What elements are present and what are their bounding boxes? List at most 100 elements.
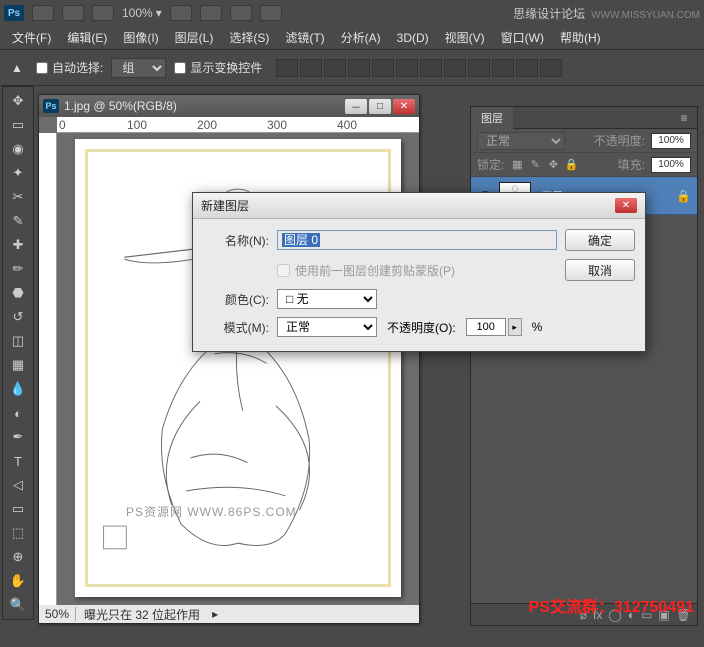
- align-icon[interactable]: [372, 59, 394, 77]
- bridge-icon[interactable]: [32, 5, 54, 21]
- menu-edit[interactable]: 编辑(E): [61, 27, 113, 48]
- fill-field[interactable]: [651, 157, 691, 173]
- align-icon[interactable]: [396, 59, 418, 77]
- type-tool[interactable]: T: [4, 450, 32, 472]
- new-layer-dialog: 新建图层 ✕ 名称(N): 图层 0 确定 使用前一图层创建剪贴蒙版(P) 取消…: [192, 192, 646, 352]
- opacity-step-button[interactable]: ▸: [508, 318, 522, 336]
- hand-tool[interactable]: ✋: [4, 570, 32, 592]
- lasso-tool[interactable]: ◉: [4, 138, 32, 160]
- distribute-icon[interactable]: [468, 59, 490, 77]
- clip-mask-check: 使用前一图层创建剪贴蒙版(P): [277, 262, 557, 279]
- menu-filter[interactable]: 滤镜(T): [279, 27, 330, 48]
- ok-button[interactable]: 确定: [565, 229, 635, 251]
- heal-tool[interactable]: ✚: [4, 234, 32, 256]
- screenmode-icon[interactable]: [92, 5, 114, 21]
- distribute-icon[interactable]: [444, 59, 466, 77]
- shape-tool[interactable]: ▭: [4, 498, 32, 520]
- dialog-titlebar[interactable]: 新建图层 ✕: [193, 193, 645, 219]
- toolbox: ✥ ▭ ◉ ✦ ✂ ✎ ✚ ✏ ⬣ ↺ ◫ ▦ 💧 ◐ ✒ T ◁ ▭ ⬚ ⊕ …: [2, 86, 34, 620]
- menu-select[interactable]: 选择(S): [223, 27, 275, 48]
- menu-help[interactable]: 帮助(H): [554, 27, 607, 48]
- wand-tool[interactable]: ✦: [4, 162, 32, 184]
- panel-menu-icon[interactable]: ≡: [675, 111, 693, 125]
- opacity-field[interactable]: [651, 133, 691, 149]
- opacity-input[interactable]: [466, 318, 506, 336]
- eyedropper-tool[interactable]: ✎: [4, 210, 32, 232]
- dlg-opacity-label: 不透明度(O):: [387, 319, 456, 336]
- hand-icon[interactable]: [170, 5, 192, 21]
- dodge-tool[interactable]: ◐: [4, 402, 32, 424]
- options-bar: ▲ 自动选择: 组 显示变换控件: [0, 50, 704, 86]
- lock-position-icon[interactable]: ✥: [546, 158, 560, 172]
- menu-file[interactable]: 文件(F): [6, 27, 57, 48]
- doc-maximize-button[interactable]: □: [369, 99, 391, 114]
- name-input[interactable]: 图层 0: [277, 230, 557, 250]
- minibrige-icon[interactable]: [62, 5, 84, 21]
- menu-layer[interactable]: 图层(L): [169, 27, 220, 48]
- workspace: ✥ ▭ ◉ ✦ ✂ ✎ ✚ ✏ ⬣ ↺ ◫ ▦ 💧 ◐ ✒ T ◁ ▭ ⬚ ⊕ …: [0, 86, 704, 647]
- color-select[interactable]: □ 无: [277, 289, 377, 309]
- zoom-tool[interactable]: 🔍: [4, 594, 32, 616]
- path-tool[interactable]: ◁: [4, 474, 32, 496]
- auto-select-check[interactable]: 自动选择:: [36, 59, 103, 76]
- alignment-icons: [276, 59, 562, 77]
- color-label: 颜色(C):: [205, 291, 269, 308]
- arrange-icon[interactable]: [260, 5, 282, 21]
- top-zoom[interactable]: 100%▾: [122, 6, 162, 20]
- align-icon[interactable]: [300, 59, 322, 77]
- cancel-button[interactable]: 取消: [565, 259, 635, 281]
- lock-transparent-icon[interactable]: ▦: [510, 158, 524, 172]
- menu-image[interactable]: 图像(I): [117, 27, 164, 48]
- blend-mode-select[interactable]: 正常: [477, 132, 565, 150]
- stamp-tool[interactable]: ⬣: [4, 282, 32, 304]
- show-transform-check[interactable]: 显示变换控件: [174, 59, 262, 76]
- site-watermark: 思缘设计论坛WWW.MISSYUAN.COM: [513, 5, 700, 22]
- blend-mode-row: 正常 不透明度:: [471, 129, 697, 153]
- align-icon[interactable]: [276, 59, 298, 77]
- status-zoom[interactable]: 50%: [39, 607, 76, 621]
- lock-paint-icon[interactable]: ✎: [528, 158, 542, 172]
- show-transform-checkbox[interactable]: [174, 62, 186, 74]
- layers-panel-tabs: 图层 ≡: [471, 107, 697, 129]
- doc-minimize-button[interactable]: －: [345, 99, 367, 114]
- layers-panel: 图层 ≡ 正常 不透明度: 锁定: ▦ ✎ ✥ 🔒 填充:: [470, 106, 698, 626]
- gradient-tool[interactable]: ▦: [4, 354, 32, 376]
- rotate-view-icon[interactable]: [230, 5, 252, 21]
- menu-analysis[interactable]: 分析(A): [335, 27, 387, 48]
- align-icon[interactable]: [348, 59, 370, 77]
- pen-tool[interactable]: ✒: [4, 426, 32, 448]
- menu-view[interactable]: 视图(V): [439, 27, 491, 48]
- fill-label: 填充:: [618, 156, 645, 173]
- brush-tool[interactable]: ✏: [4, 258, 32, 280]
- distribute-icon[interactable]: [516, 59, 538, 77]
- lock-all-icon[interactable]: 🔒: [564, 158, 578, 172]
- name-label: 名称(N):: [205, 232, 269, 249]
- crop-tool[interactable]: ✂: [4, 186, 32, 208]
- ruler-horizontal[interactable]: 0100200300400: [57, 117, 419, 133]
- blur-tool[interactable]: 💧: [4, 378, 32, 400]
- layers-tab[interactable]: 图层: [471, 107, 513, 129]
- distribute-icon[interactable]: [420, 59, 442, 77]
- menu-3d[interactable]: 3D(D): [391, 29, 435, 47]
- auto-select-checkbox[interactable]: [36, 62, 48, 74]
- document-titlebar[interactable]: Ps 1.jpg @ 50%(RGB/8) － □ ✕: [39, 95, 419, 117]
- move-tool[interactable]: ✥: [4, 90, 32, 112]
- history-brush-tool[interactable]: ↺: [4, 306, 32, 328]
- marquee-tool[interactable]: ▭: [4, 114, 32, 136]
- 3d-camera-tool[interactable]: ⊕: [4, 546, 32, 568]
- distribute-icon[interactable]: [492, 59, 514, 77]
- align-icon[interactable]: [324, 59, 346, 77]
- auto-select-target[interactable]: 组: [111, 58, 166, 78]
- doc-close-button[interactable]: ✕: [393, 99, 415, 114]
- photoshop-window: Ps 100%▾ 思缘设计论坛WWW.MISSYUAN.COM 文件(F) 编辑…: [0, 0, 704, 647]
- distribute-icon[interactable]: [540, 59, 562, 77]
- document-status-bar: 50% 曝光只在 32 位起作用 ▸: [39, 605, 419, 623]
- eraser-tool[interactable]: ◫: [4, 330, 32, 352]
- menu-window[interactable]: 窗口(W): [495, 27, 550, 48]
- status-arrow-icon[interactable]: ▸: [212, 607, 218, 621]
- mode-select[interactable]: 正常: [277, 317, 377, 337]
- ruler-vertical[interactable]: [39, 133, 57, 605]
- zoom-icon[interactable]: [200, 5, 222, 21]
- dialog-close-button[interactable]: ✕: [615, 198, 637, 213]
- 3d-tool[interactable]: ⬚: [4, 522, 32, 544]
